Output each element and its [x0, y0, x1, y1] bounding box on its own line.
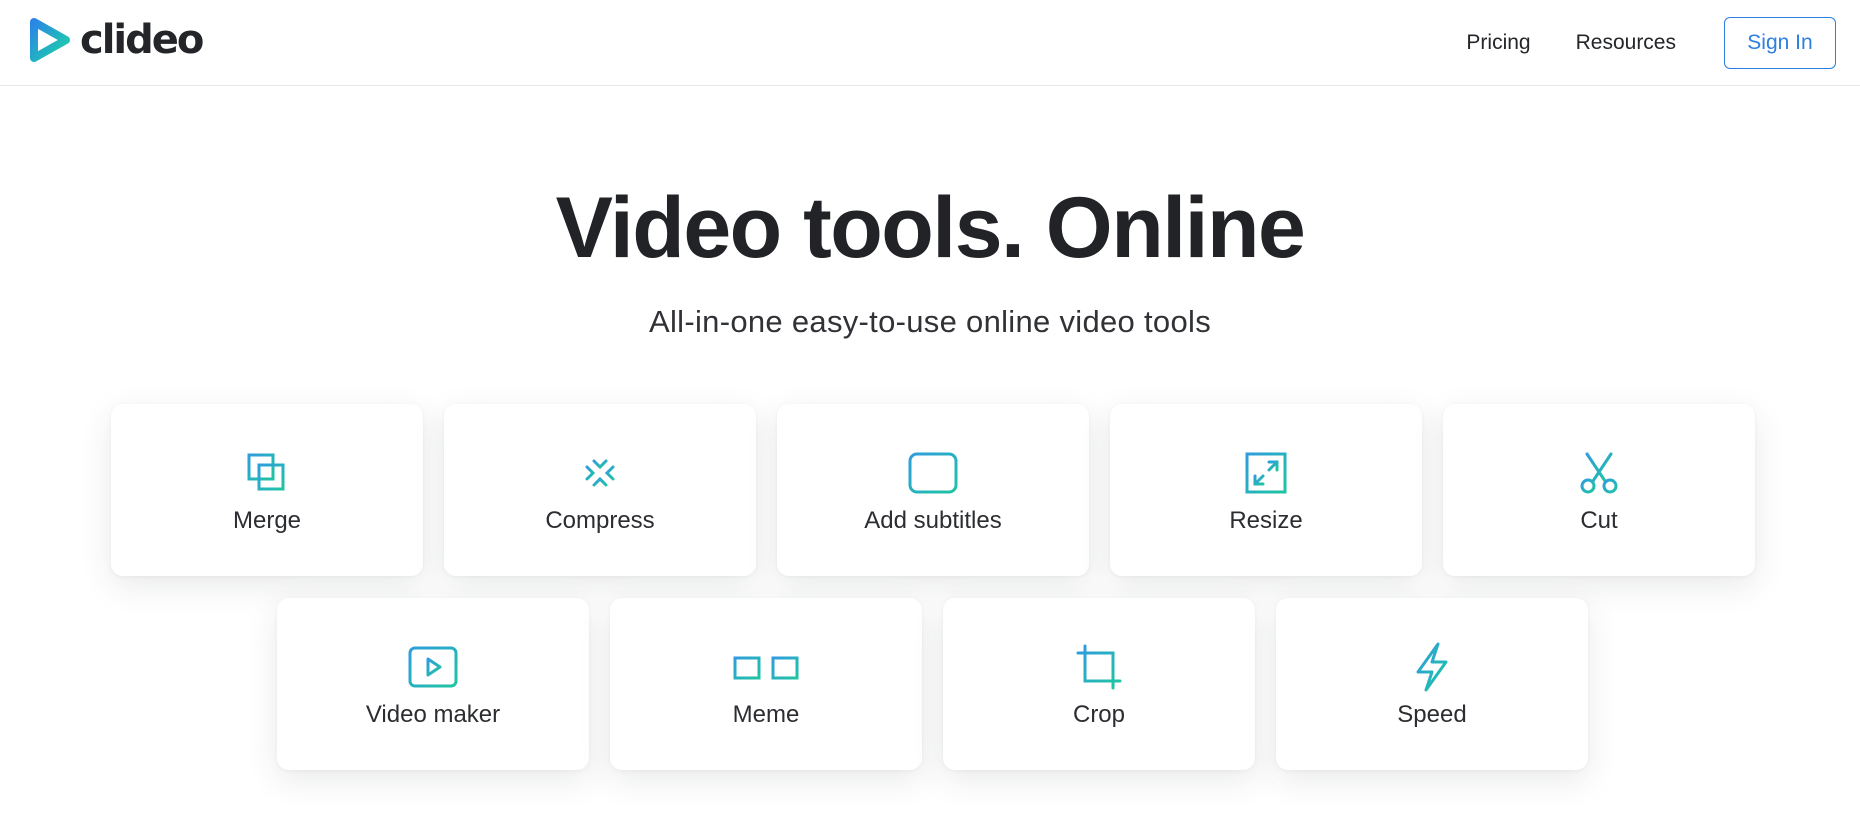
- tool-label: Compress: [545, 507, 655, 534]
- tool-label: Speed: [1397, 701, 1467, 728]
- page-subtitle: All-in-one easy-to-use online video tool…: [649, 304, 1211, 339]
- play-icon: [393, 642, 473, 692]
- scissors-icon: [1559, 448, 1639, 498]
- tool-card-merge[interactable]: Merge: [111, 404, 423, 576]
- tool-label: Add subtitles: [864, 507, 1002, 534]
- tool-label: Crop: [1072, 701, 1126, 728]
- tool-card-compress[interactable]: Compress: [444, 404, 756, 576]
- tool-label: Meme: [732, 701, 800, 728]
- tool-label: Resize: [1229, 507, 1303, 534]
- tool-card-resize[interactable]: Resize: [1110, 404, 1422, 576]
- brand-name: clideo: [80, 17, 204, 63]
- compress-icon: [560, 448, 640, 498]
- tool-card-crop[interactable]: Crop: [943, 598, 1255, 770]
- subtitles-icon: [893, 448, 973, 498]
- tool-label: Merge: [232, 507, 302, 534]
- tool-label: Video maker: [365, 701, 501, 728]
- tools-grid: Merge Compress Add subtitles Resize Cut …: [0, 0, 1860, 815]
- top-navbar: clideo Pricing Resources Sign In: [0, 0, 1860, 86]
- tool-card-add-subtitles[interactable]: Add subtitles: [777, 404, 1089, 576]
- resources-link[interactable]: Resources: [1576, 0, 1676, 86]
- header-nav: Pricing Resources Sign In: [1466, 0, 1860, 86]
- glasses-icon: [726, 642, 806, 692]
- clideo-logo-icon: [30, 18, 70, 62]
- tool-card-speed[interactable]: Speed: [1276, 598, 1588, 770]
- lightning-icon: [1392, 642, 1472, 692]
- sign-in-button[interactable]: Sign In: [1724, 17, 1836, 69]
- crop-icon: [1059, 642, 1139, 692]
- clideo-logo[interactable]: clideo: [28, 16, 204, 64]
- merge-icon: [227, 448, 307, 498]
- tool-card-video-maker[interactable]: Video maker: [277, 598, 589, 770]
- pricing-link[interactable]: Pricing: [1466, 0, 1530, 86]
- resize-icon: [1226, 448, 1306, 498]
- tool-card-meme[interactable]: Meme: [610, 598, 922, 770]
- tool-label: Cut: [1580, 507, 1618, 534]
- tool-card-cut[interactable]: Cut: [1443, 404, 1755, 576]
- page-title: Video tools. Online: [555, 180, 1306, 276]
